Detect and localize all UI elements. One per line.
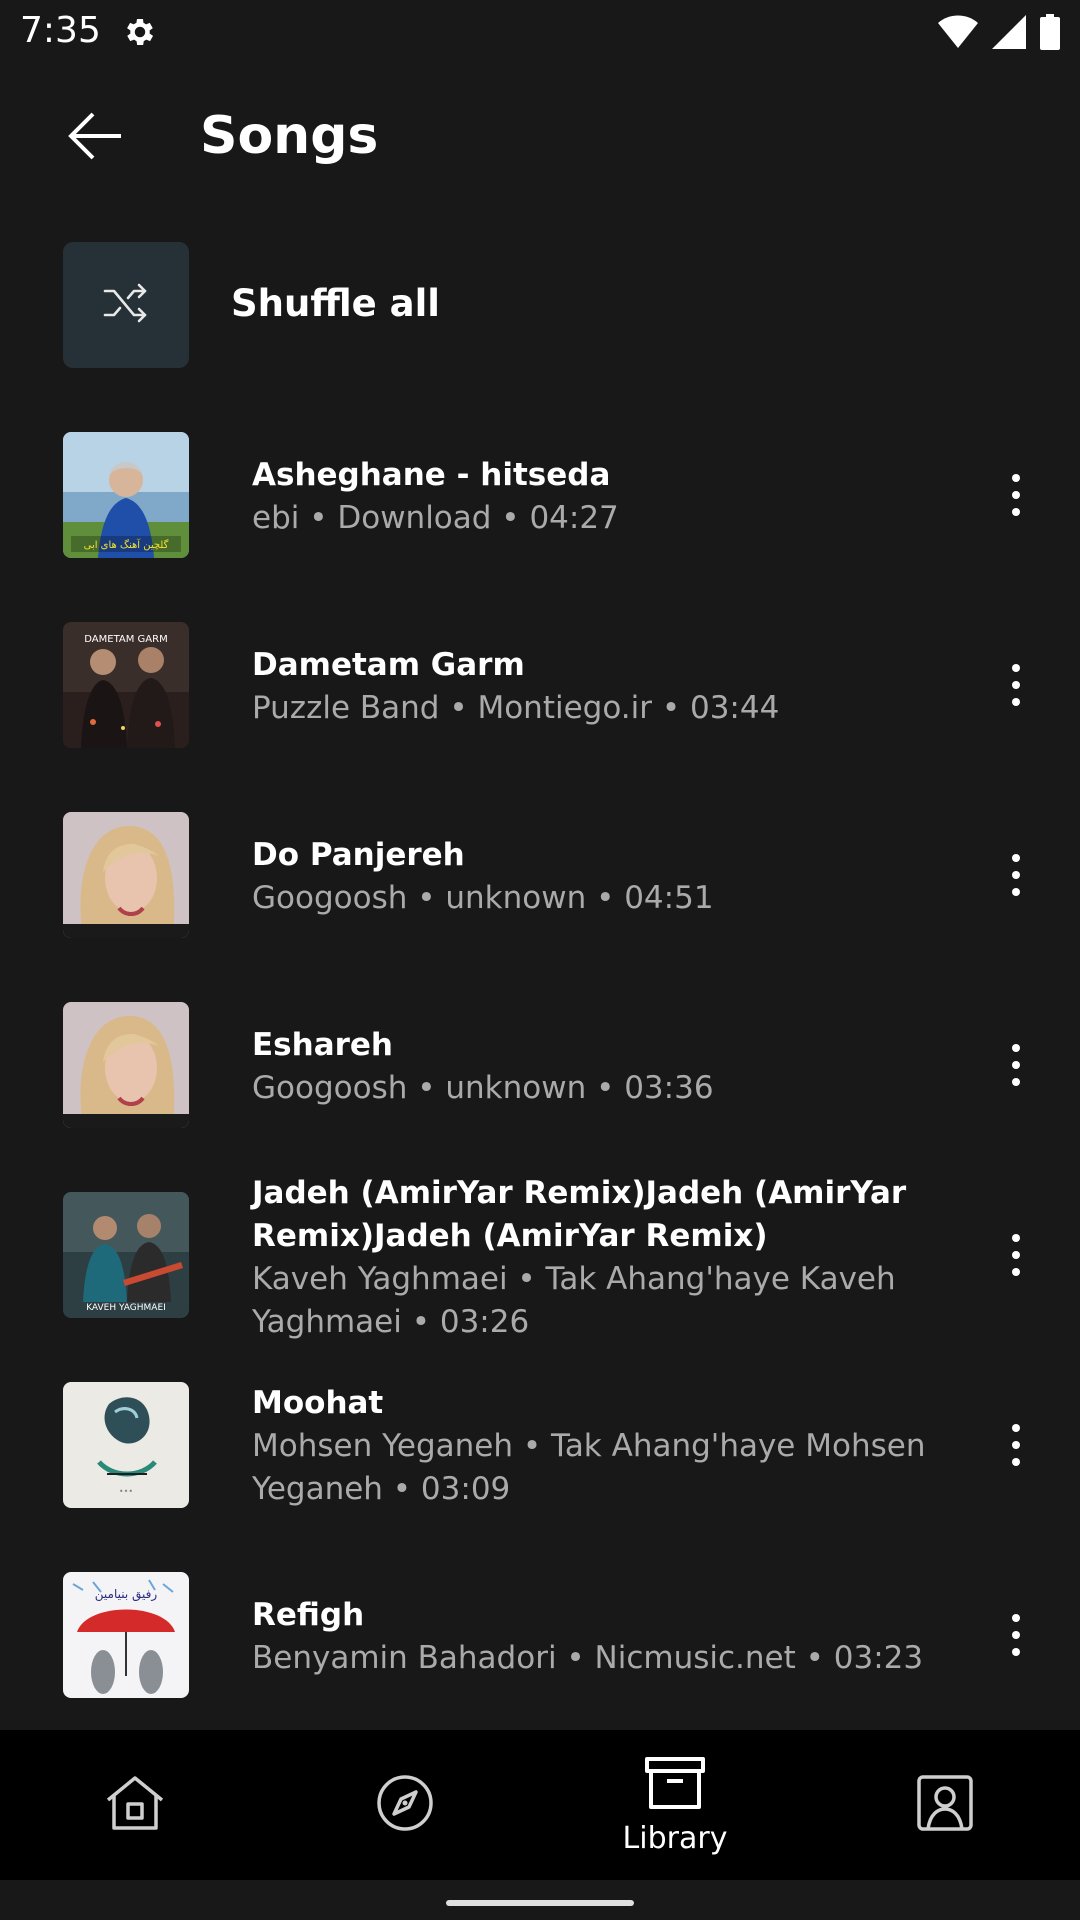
nav-home[interactable] bbox=[0, 1730, 270, 1880]
album-art bbox=[63, 812, 189, 938]
album-art-caption: گلچین آهنگ های ابی bbox=[84, 538, 169, 551]
status-icons bbox=[938, 14, 1060, 54]
shuffle-all-label: Shuffle all bbox=[231, 282, 440, 325]
more-options-button[interactable] bbox=[988, 1220, 1044, 1290]
song-row[interactable]: Eshareh Googoosh • unknown • 03:36 bbox=[0, 1000, 1080, 1150]
song-subtitle-line-1: Mohsen Yeganeh • Tak Ahang'haye Mohsen bbox=[252, 1428, 926, 1464]
song-subtitle: ebi • Download • 04:27 bbox=[252, 500, 619, 536]
more-vert-icon bbox=[1012, 474, 1020, 516]
song-subtitle: Benyamin Bahadori • Nicmusic.net • 03:23 bbox=[252, 1640, 924, 1676]
song-row[interactable]: رفیق بنیامین Refigh Benyamin Bahadori • … bbox=[0, 1570, 1080, 1720]
more-vert-icon bbox=[1012, 1614, 1020, 1656]
more-options-button[interactable] bbox=[988, 840, 1044, 910]
app-header: Songs bbox=[0, 88, 1080, 188]
song-text: Refigh Benyamin Bahadori • Nicmusic.net … bbox=[252, 1594, 952, 1680]
song-title: Asheghane - hitseda bbox=[252, 457, 611, 493]
song-subtitle: Puzzle Band • Montiego.ir • 03:44 bbox=[252, 690, 780, 726]
song-title: Dametam Garm bbox=[252, 647, 525, 683]
song-title: Eshareh bbox=[252, 1027, 393, 1063]
song-title: Moohat bbox=[252, 1385, 384, 1421]
more-options-button[interactable] bbox=[988, 1410, 1044, 1480]
songs-screen: 7:35 Songs Shuffle all گلچین آهنگ های اب… bbox=[0, 0, 1080, 1920]
more-vert-icon bbox=[1012, 854, 1020, 896]
more-vert-icon bbox=[1012, 1044, 1020, 1086]
explore-icon bbox=[376, 1774, 434, 1836]
gesture-area bbox=[0, 1880, 1080, 1920]
bottom-navigation: Library bbox=[0, 1730, 1080, 1880]
album-art: KAVEH YAGHMAEI bbox=[63, 1192, 189, 1318]
settings-icon bbox=[122, 14, 158, 50]
nav-account[interactable] bbox=[810, 1730, 1080, 1880]
song-row[interactable]: گلچین آهنگ های ابی Asheghane - hitseda e… bbox=[0, 430, 1080, 580]
song-title-line-2: Remix)Jadeh (AmirYar Remix) bbox=[252, 1218, 768, 1254]
song-subtitle-line-2: Yeganeh • 03:09 bbox=[252, 1471, 511, 1507]
song-title: Refigh bbox=[252, 1597, 365, 1633]
album-art-caption: KAVEH YAGHMAEI bbox=[86, 1303, 166, 1313]
status-time: 7:35 bbox=[20, 10, 101, 51]
page-title: Songs bbox=[200, 106, 379, 166]
song-row[interactable]: KAVEH YAGHMAEI Jadeh (AmirYar Remix)Jade… bbox=[0, 1172, 1080, 1342]
song-text: Do Panjereh Googoosh • unknown • 04:51 bbox=[252, 834, 952, 920]
back-button[interactable] bbox=[60, 106, 130, 170]
shuffle-all-button[interactable]: Shuffle all bbox=[0, 240, 1080, 370]
gesture-handle[interactable] bbox=[446, 1900, 634, 1906]
more-options-button[interactable] bbox=[988, 1600, 1044, 1670]
more-options-button[interactable] bbox=[988, 1030, 1044, 1100]
more-options-button[interactable] bbox=[988, 650, 1044, 720]
album-art: گلچین آهنگ های ابی bbox=[63, 432, 189, 558]
song-title-line-1: Jadeh (AmirYar Remix)Jadeh (AmirYar bbox=[252, 1175, 907, 1211]
album-art: رفیق بنیامین bbox=[63, 1572, 189, 1698]
svg-text:•••: ••• bbox=[119, 1487, 133, 1496]
more-vert-icon bbox=[1012, 1424, 1020, 1466]
album-art: ••• bbox=[63, 1382, 189, 1508]
album-art bbox=[63, 1002, 189, 1128]
song-row[interactable]: ••• Moohat Mohsen Yeganeh • Tak Ahang'ha… bbox=[0, 1382, 1080, 1532]
song-text: Moohat Mohsen Yeganeh • Tak Ahang'haye M… bbox=[252, 1382, 952, 1511]
library-icon bbox=[643, 1755, 707, 1815]
song-text: Dametam Garm Puzzle Band • Montiego.ir •… bbox=[252, 644, 952, 730]
song-title: Do Panjereh bbox=[252, 837, 465, 873]
nav-library[interactable]: Library bbox=[540, 1730, 810, 1880]
wifi-icon bbox=[938, 15, 978, 53]
song-subtitle-line-1: Kaveh Yaghmaei • Tak Ahang'haye Kaveh bbox=[252, 1261, 896, 1297]
more-options-button[interactable] bbox=[988, 460, 1044, 530]
song-subtitle: Googoosh • unknown • 03:36 bbox=[252, 1070, 714, 1106]
home-icon bbox=[104, 1774, 166, 1836]
shuffle-tile bbox=[63, 242, 189, 368]
song-row[interactable]: DAMETAM GARM Dametam Garm Puzzle Band • … bbox=[0, 620, 1080, 770]
album-art-caption: DAMETAM GARM bbox=[84, 634, 167, 645]
song-text: Jadeh (AmirYar Remix)Jadeh (AmirYar Remi… bbox=[252, 1172, 952, 1344]
song-text: Asheghane - hitseda ebi • Download • 04:… bbox=[252, 454, 952, 540]
more-vert-icon bbox=[1012, 664, 1020, 706]
album-art-caption: رفیق بنیامین bbox=[95, 1587, 158, 1602]
nav-explore[interactable] bbox=[270, 1730, 540, 1880]
battery-icon bbox=[1040, 14, 1060, 54]
song-row[interactable]: Do Panjereh Googoosh • unknown • 04:51 bbox=[0, 810, 1080, 960]
song-text: Eshareh Googoosh • unknown • 03:36 bbox=[252, 1024, 952, 1110]
nav-library-label: Library bbox=[622, 1820, 728, 1856]
status-bar: 7:35 bbox=[0, 0, 1080, 64]
arrow-back-icon bbox=[67, 111, 123, 165]
account-icon bbox=[916, 1774, 974, 1836]
shuffle-icon bbox=[103, 283, 149, 327]
song-subtitle: Googoosh • unknown • 04:51 bbox=[252, 880, 714, 916]
song-subtitle-line-2: Yaghmaei • 03:26 bbox=[252, 1304, 530, 1340]
album-art: DAMETAM GARM bbox=[63, 622, 189, 748]
more-vert-icon bbox=[1012, 1234, 1020, 1276]
cellular-signal-icon bbox=[992, 15, 1026, 53]
